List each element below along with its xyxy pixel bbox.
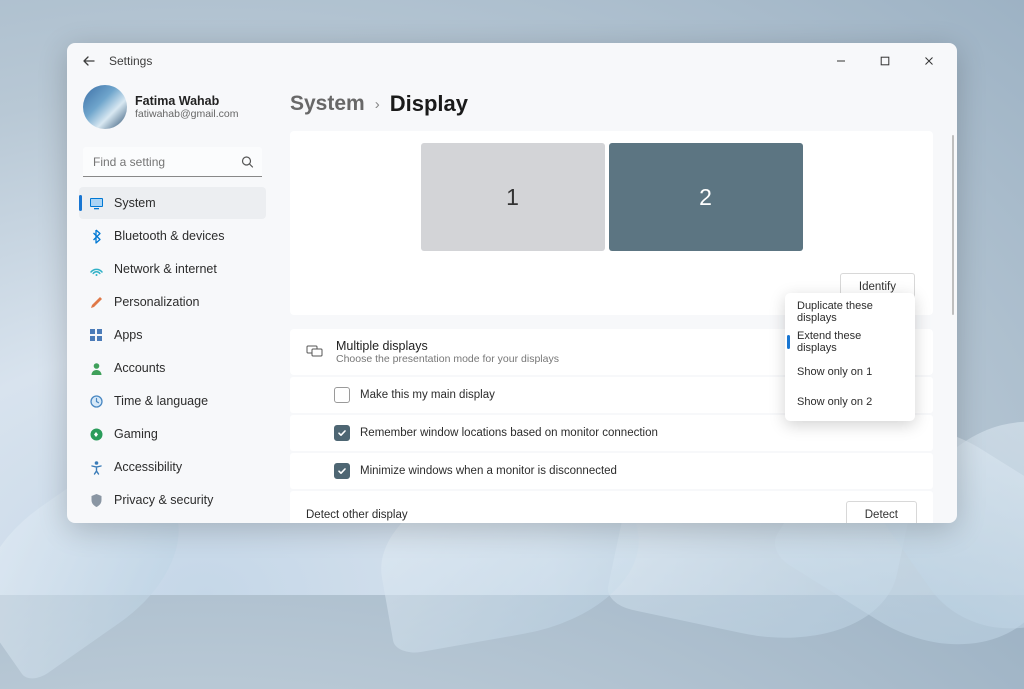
- sidebar-item-label: Bluetooth & devices: [114, 229, 225, 243]
- avatar: [83, 85, 127, 129]
- projection-dropdown-menu: Duplicate these displays Extend these di…: [785, 293, 915, 421]
- section-subtitle: Choose the presentation mode for your di…: [336, 353, 559, 365]
- sidebar: Fatima Wahab fatiwahab@gmail.com System …: [67, 79, 272, 523]
- menu-item-extend[interactable]: Extend these displays: [785, 327, 915, 357]
- back-button[interactable]: [79, 51, 99, 71]
- display-arrangement-card: 1 2 Identify Duplicate these displays Ex…: [290, 131, 933, 315]
- checkbox-main-display[interactable]: [334, 387, 350, 403]
- search-container: [83, 147, 262, 177]
- sidebar-item-apps[interactable]: Apps: [79, 319, 266, 351]
- label-detect: Detect other display: [306, 509, 836, 521]
- label-remember-locations: Remember window locations based on monit…: [360, 427, 917, 439]
- personalization-icon: [89, 295, 104, 310]
- breadcrumb-current: Display: [390, 91, 468, 117]
- gaming-icon: [89, 427, 104, 442]
- sidebar-item-label: Network & internet: [114, 262, 217, 276]
- monitor-canvas[interactable]: 1 2: [290, 131, 933, 273]
- checkbox-remember-locations[interactable]: [334, 425, 350, 441]
- close-icon: [924, 56, 934, 66]
- window-title: Settings: [109, 54, 152, 68]
- sidebar-item-personalization[interactable]: Personalization: [79, 286, 266, 318]
- sidebar-item-privacy[interactable]: Privacy & security: [79, 484, 266, 516]
- checkbox-minimize-disconnect[interactable]: [334, 463, 350, 479]
- profile-name: Fatima Wahab: [135, 94, 238, 108]
- arrow-left-icon: [82, 54, 96, 68]
- displays-icon: [306, 343, 324, 361]
- sidebar-item-label: Gaming: [114, 427, 158, 441]
- menu-item-only1[interactable]: Show only on 1: [785, 357, 915, 387]
- close-button[interactable]: [907, 46, 951, 76]
- label-minimize-disconnect: Minimize windows when a monitor is disco…: [360, 465, 917, 477]
- sidebar-item-label: Accessibility: [114, 460, 182, 474]
- sidebar-item-network[interactable]: Network & internet: [79, 253, 266, 285]
- breadcrumb-parent[interactable]: System: [290, 92, 365, 116]
- sidebar-item-label: Apps: [114, 328, 143, 342]
- main-content: System › Display 1 2 Identify Duplicate …: [272, 79, 957, 523]
- sidebar-item-label: System: [114, 196, 156, 210]
- scroll-area[interactable]: 1 2 Identify Duplicate these displays Ex…: [290, 129, 957, 523]
- sidebar-item-accessibility[interactable]: Accessibility: [79, 451, 266, 483]
- maximize-button[interactable]: [863, 46, 907, 76]
- network-icon: [89, 262, 104, 277]
- time-icon: [89, 394, 104, 409]
- accounts-icon: [89, 361, 104, 376]
- menu-item-only2[interactable]: Show only on 2: [785, 387, 915, 417]
- sidebar-item-update[interactable]: Windows Update: [79, 517, 266, 523]
- sidebar-item-label: Personalization: [114, 295, 199, 309]
- accessibility-icon: [89, 460, 104, 475]
- sidebar-item-accounts[interactable]: Accounts: [79, 352, 266, 384]
- monitor-1[interactable]: 1: [421, 143, 605, 251]
- maximize-icon: [880, 56, 890, 66]
- minimize-button[interactable]: [819, 46, 863, 76]
- detect-button[interactable]: Detect: [846, 501, 917, 523]
- row-detect: Detect other display Detect: [290, 491, 933, 523]
- breadcrumb: System › Display: [290, 79, 957, 129]
- settings-window: Settings Fatima Wahab fatiwahab@gmail.co…: [67, 43, 957, 523]
- row-minimize-disconnect[interactable]: Minimize windows when a monitor is disco…: [290, 453, 933, 489]
- sidebar-item-gaming[interactable]: Gaming: [79, 418, 266, 450]
- sidebar-item-bluetooth[interactable]: Bluetooth & devices: [79, 220, 266, 252]
- profile-email: fatiwahab@gmail.com: [135, 108, 238, 120]
- system-icon: [89, 196, 104, 211]
- chevron-right-icon: ›: [375, 96, 380, 113]
- titlebar: Settings: [67, 43, 957, 79]
- minimize-icon: [836, 56, 846, 66]
- apps-icon: [89, 328, 104, 343]
- search-icon: [241, 156, 254, 169]
- profile-block[interactable]: Fatima Wahab fatiwahab@gmail.com: [79, 79, 266, 143]
- search-input[interactable]: [83, 147, 262, 177]
- sidebar-item-system[interactable]: System: [79, 187, 266, 219]
- privacy-icon: [89, 493, 104, 508]
- sidebar-item-label: Privacy & security: [114, 493, 213, 507]
- nav-list: System Bluetooth & devices Network & int…: [79, 187, 266, 523]
- section-title: Multiple displays: [336, 339, 559, 353]
- sidebar-item-label: Accounts: [114, 361, 165, 375]
- sidebar-item-time[interactable]: Time & language: [79, 385, 266, 417]
- monitor-2[interactable]: 2: [609, 143, 803, 251]
- scrollbar-thumb[interactable]: [952, 135, 955, 315]
- bluetooth-icon: [89, 229, 104, 244]
- menu-item-duplicate[interactable]: Duplicate these displays: [785, 297, 915, 327]
- sidebar-item-label: Time & language: [114, 394, 208, 408]
